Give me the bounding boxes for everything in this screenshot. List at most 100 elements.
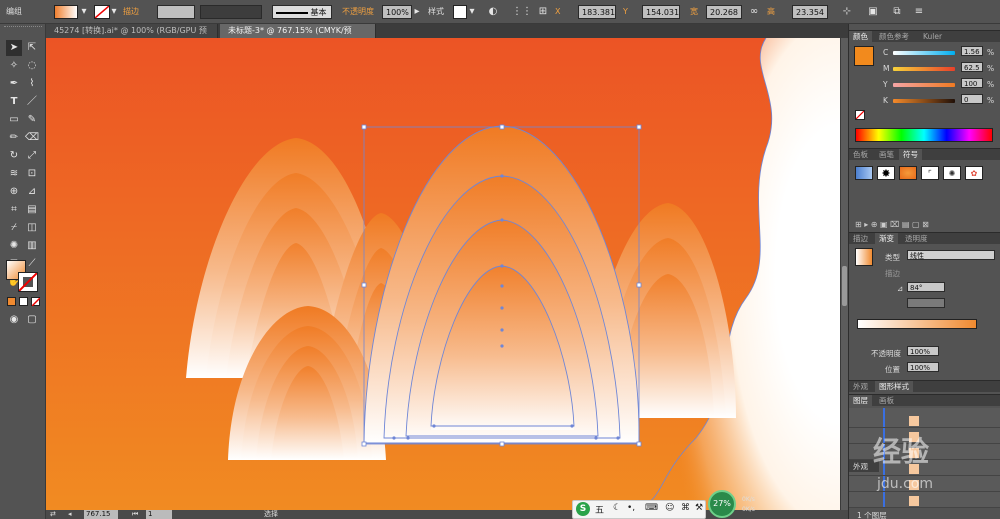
panel-menu-icon[interactable]: ≡ — [912, 5, 926, 19]
tab-symbols[interactable]: 符号 — [899, 149, 922, 161]
x-field[interactable]: 183.381 — [578, 5, 616, 19]
ime-mode-label[interactable]: 五 — [595, 503, 604, 516]
moon-icon[interactable]: ☾ — [613, 503, 621, 513]
blend-tool-icon[interactable]: ◫ — [24, 220, 40, 236]
chevron-down-icon[interactable]: ▾ — [468, 5, 476, 19]
channel-c-value[interactable]: 1.56 — [961, 46, 983, 56]
free-transform-icon[interactable]: ⊡ — [24, 166, 40, 182]
channel-c-slider[interactable] — [893, 51, 955, 55]
zoom-field[interactable]: 767.15 — [84, 510, 118, 519]
link-icon[interactable]: ∞ — [748, 5, 760, 19]
tab-stroke[interactable]: 描边 — [849, 233, 872, 245]
vertical-scrollbar[interactable] — [840, 38, 848, 510]
slice-tool-icon[interactable]: ⟋ — [24, 256, 40, 272]
scale-tool-icon[interactable]: ⤢ — [24, 148, 40, 164]
gradient-tool-icon[interactable]: ▤ — [24, 202, 40, 218]
fill-swatch[interactable] — [54, 5, 78, 19]
pen-tool-icon[interactable]: ✒ — [6, 76, 22, 92]
channel-k-slider[interactable] — [893, 99, 955, 103]
stroke-swatch[interactable] — [94, 5, 110, 19]
reference-point-icon[interactable]: ⊞ — [536, 5, 550, 19]
channel-y-slider[interactable] — [893, 83, 955, 87]
opacity-label[interactable]: 不透明度 — [342, 5, 374, 19]
none-swatch[interactable] — [855, 110, 865, 120]
stroke-label[interactable]: 描边 — [123, 5, 139, 19]
tab-layers[interactable]: 图层 — [849, 395, 872, 407]
mesh-tool-icon[interactable]: ⌗ — [6, 202, 22, 218]
variable-width-profile[interactable] — [200, 5, 262, 19]
arrange-icon[interactable]: ⧉ — [890, 5, 904, 19]
align-icon[interactable]: ⋮⋮ — [512, 5, 532, 19]
screen-mode-icon[interactable]: ▢ — [24, 312, 40, 328]
nav-prev-icon[interactable]: ◂ — [68, 510, 72, 519]
keyboard-icon[interactable]: ⌨ — [645, 503, 658, 513]
perspective-grid-icon[interactable]: ⊿ — [24, 184, 40, 200]
symbols-footer-icons[interactable]: ⊞ ▸ ⊕ ▣ ⌧ ▤ ▢ ⊠ — [855, 220, 929, 229]
style-swatch[interactable] — [453, 5, 467, 19]
channel-m-slider[interactable] — [893, 67, 955, 71]
ime-toolbar[interactable]: S 五 ☾ •, ⌨ ☺ ⌘ ⚒ — [572, 500, 706, 519]
punctuation-icon[interactable]: •, — [627, 503, 635, 513]
height-field[interactable]: 23.354 — [792, 5, 828, 19]
ring-icon[interactable]: ✺ — [943, 166, 961, 180]
tab-graphic-styles[interactable]: 图形样式 — [875, 381, 913, 393]
color-spectrum[interactable] — [855, 128, 993, 142]
user-icon[interactable]: ☺ — [665, 503, 674, 513]
flower-icon[interactable]: ✿ — [965, 166, 983, 180]
wrench-icon[interactable]: ⚒ — [695, 503, 703, 513]
curvature-tool-icon[interactable]: ⌇ — [24, 76, 40, 92]
tab-gradient[interactable]: 渐变 — [875, 233, 898, 245]
frame-icon[interactable]: ⌜ — [921, 166, 939, 180]
rotate-tool-icon[interactable]: ↻ — [6, 148, 22, 164]
grip[interactable] — [4, 26, 42, 29]
symbol-item[interactable] — [855, 166, 873, 180]
sogou-icon[interactable]: S — [576, 502, 590, 516]
color-mode-button[interactable] — [7, 297, 16, 306]
symbol-item[interactable] — [899, 166, 917, 180]
warp-tool-icon[interactable]: ≋ — [6, 166, 22, 182]
tab-kuler[interactable]: Kuler — [919, 31, 946, 43]
chevron-right-icon[interactable]: ▸ — [413, 5, 421, 19]
eyedropper-icon[interactable]: ⌿ — [6, 220, 22, 236]
draw-mode-icon[interactable]: ◉ — [6, 312, 22, 328]
tab-appearance[interactable]: 外观 — [849, 381, 872, 393]
artboard-nav-icon[interactable]: ⇄ — [50, 510, 56, 519]
eraser-tool-icon[interactable]: ⌫ — [24, 130, 40, 146]
none-mode-button[interactable] — [31, 297, 41, 307]
gradient-position-field[interactable]: 100% — [907, 362, 939, 372]
paintbrush-icon[interactable]: ✎ — [24, 112, 40, 128]
gradient-type-select[interactable]: 线性 — [907, 250, 995, 260]
tab-document-1[interactable]: 45274 [转换].ai* @ 100% (RGB/GPU 预览)× — [46, 24, 218, 49]
isolate-icon[interactable]: ▣ — [866, 5, 880, 19]
type-tool-icon[interactable]: T — [6, 94, 22, 110]
splat-icon[interactable]: ✸ — [877, 166, 895, 180]
lasso-icon[interactable]: ◌ — [24, 58, 40, 74]
channel-y-value[interactable]: 100 — [961, 78, 983, 88]
nav-first-icon[interactable]: ⏮ — [132, 510, 138, 519]
recolor-icon[interactable]: ◐ — [486, 5, 500, 19]
stroke-color-box[interactable] — [18, 272, 38, 292]
line-tool-icon[interactable]: ／ — [24, 94, 40, 110]
gradient-preview[interactable] — [855, 248, 873, 266]
direct-selection-tool-icon[interactable]: ⇱ — [24, 40, 40, 56]
tab-brushes[interactable]: 画笔 — [875, 149, 898, 161]
tab-transparency[interactable]: 透明度 — [901, 233, 932, 245]
current-fill-swatch[interactable] — [854, 46, 874, 66]
transform-icon[interactable]: ⊹ — [840, 5, 854, 19]
chevron-down-icon[interactable]: ▾ — [80, 5, 88, 19]
symbol-sprayer-icon[interactable]: ✺ — [6, 238, 22, 254]
brush-definition-select[interactable]: 基本 — [272, 5, 332, 19]
shape-builder-icon[interactable]: ⊕ — [6, 184, 22, 200]
artboard-canvas[interactable] — [46, 38, 840, 510]
tab-color-guide[interactable]: 颜色参考 — [875, 31, 913, 43]
tab-color[interactable]: 颜色 — [849, 31, 872, 43]
selection-tool-icon[interactable]: ➤ — [6, 40, 22, 56]
angle-field[interactable]: 84° — [907, 282, 945, 292]
channel-k-value[interactable]: 0 — [961, 94, 983, 104]
chevron-down-icon[interactable]: ▾ — [110, 5, 118, 19]
shirt-icon[interactable]: ⌘ — [681, 503, 690, 513]
tab-artboards[interactable]: 画板 — [875, 395, 898, 407]
stroke-weight-field[interactable] — [157, 5, 195, 19]
pencil-tool-icon[interactable]: ✏ — [6, 130, 22, 146]
magic-wand-icon[interactable]: ✧ — [6, 58, 22, 74]
